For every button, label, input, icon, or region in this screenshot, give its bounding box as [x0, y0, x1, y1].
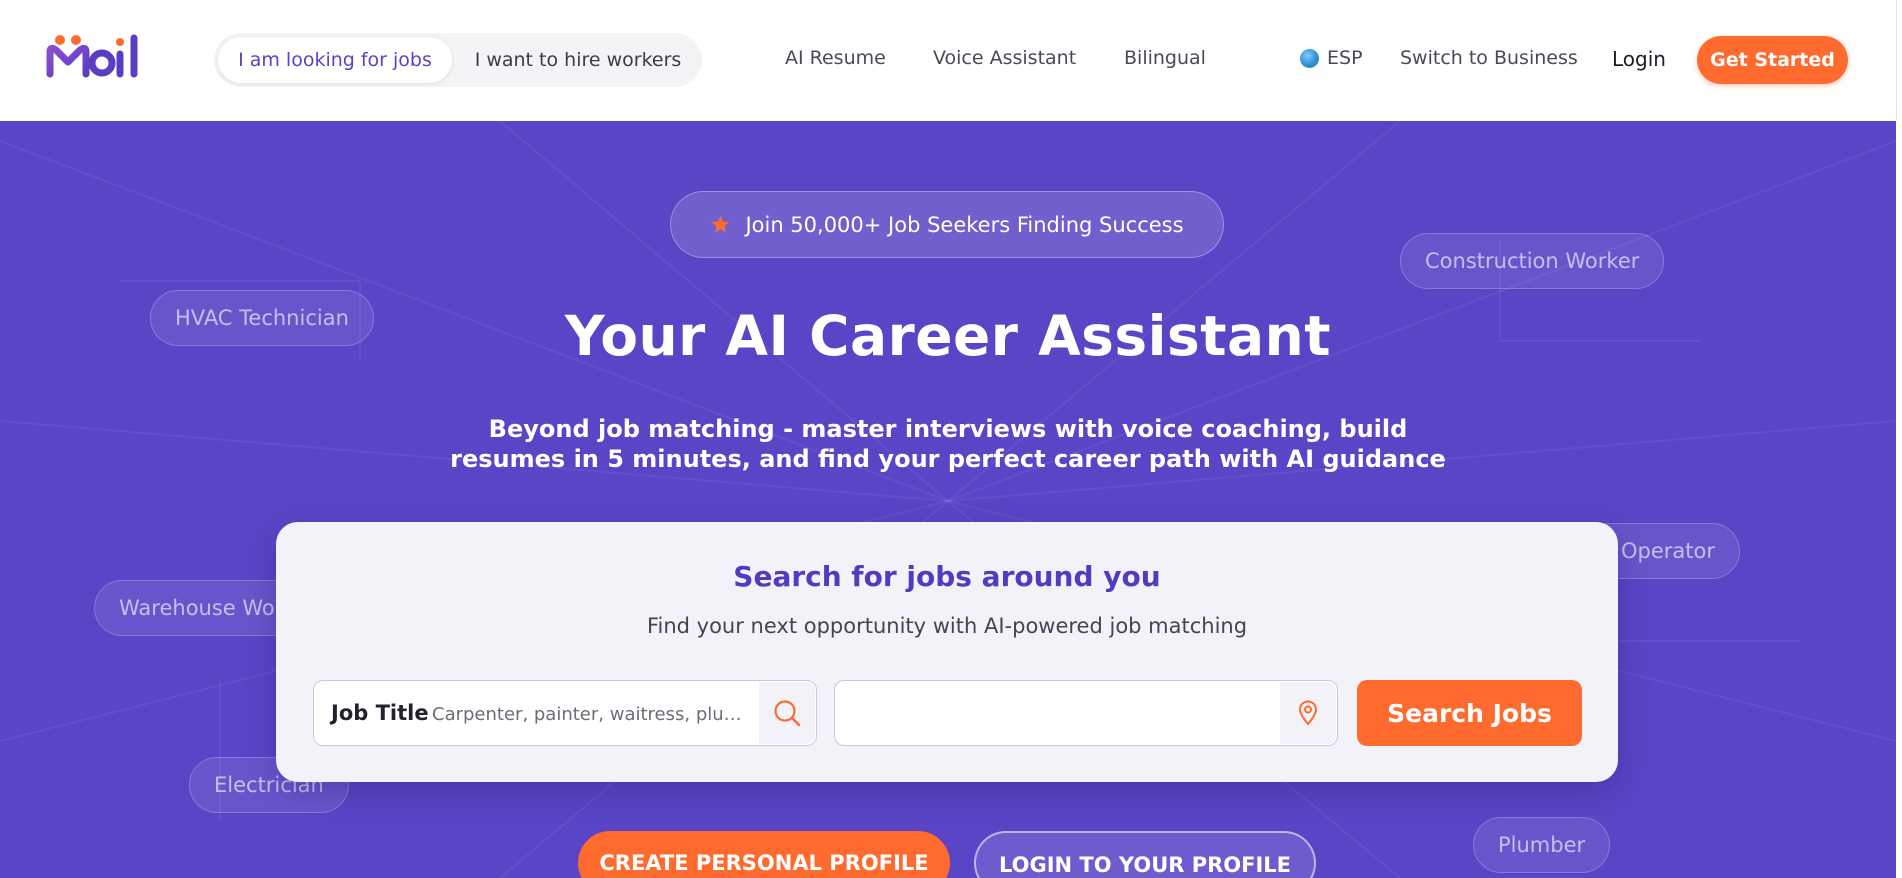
scrollbar[interactable] — [1896, 0, 1902, 121]
star-icon — [712, 215, 730, 233]
switch-to-business-link[interactable]: Switch to Business — [1400, 47, 1578, 69]
location-icon-wrapper[interactable] — [1280, 682, 1336, 744]
create-personal-profile-button[interactable]: CREATE PERSONAL PROFILE — [578, 831, 950, 878]
language-label: ESP — [1327, 47, 1363, 69]
map-pin-icon — [1298, 700, 1318, 726]
job-title-input[interactable] — [432, 699, 752, 729]
nav-ai-resume[interactable]: AI Resume — [785, 47, 886, 69]
login-to-profile-button[interactable]: LOGIN TO YOUR PROFILE — [974, 831, 1316, 878]
search-icon-wrapper[interactable] — [759, 682, 815, 744]
login-link[interactable]: Login — [1612, 47, 1666, 71]
location-input[interactable] — [853, 699, 1253, 729]
search-card-subtitle: Find your next opportunity with AI-power… — [646, 614, 1248, 638]
floating-tag-plumber: Plumber — [1473, 817, 1611, 873]
search-icon — [774, 700, 801, 727]
get-started-button[interactable]: Get Started — [1697, 36, 1848, 84]
location-field — [834, 680, 1338, 746]
nav-bilingual[interactable]: Bilingual — [1124, 47, 1206, 69]
job-title-label: Job Title — [331, 701, 429, 725]
search-card-title: Search for jobs around you — [733, 560, 1161, 593]
social-proof-badge: Join 50,000+ Job Seekers Finding Success — [670, 191, 1224, 258]
floating-tag-construction-worker: Construction Worker — [1400, 233, 1665, 289]
hero-subtitle: Beyond job matching - master interviews … — [450, 415, 1446, 473]
globe-icon — [1300, 48, 1319, 68]
employer-toggle-button[interactable]: I want to hire workers — [459, 37, 697, 83]
floating-tag-warehouse: Warehouse Wo — [94, 580, 300, 636]
language-switch[interactable]: ESP — [1300, 47, 1363, 69]
job-seeker-toggle-button[interactable]: I am looking for jobs — [218, 37, 452, 83]
scrollbar-track[interactable] — [1896, 121, 1902, 878]
moil-logo[interactable] — [46, 32, 144, 86]
badge-text: Join 50,000+ Job Seekers Finding Success — [745, 212, 1184, 237]
page-title: Your AI Career Assistant — [564, 304, 1332, 368]
top-navbar: I am looking for jobs I want to hire wor… — [0, 0, 1896, 121]
nav-voice-assistant[interactable]: Voice Assistant — [933, 47, 1076, 69]
search-jobs-button[interactable]: Search Jobs — [1357, 680, 1582, 746]
job-title-field: Job Title — [313, 680, 817, 746]
audience-toggle: I am looking for jobs I want to hire wor… — [214, 33, 702, 87]
job-search-card: Search for jobs around you Find your nex… — [276, 522, 1618, 782]
hero-section: Construction Worker HVAC Technician Oper… — [0, 121, 1896, 878]
